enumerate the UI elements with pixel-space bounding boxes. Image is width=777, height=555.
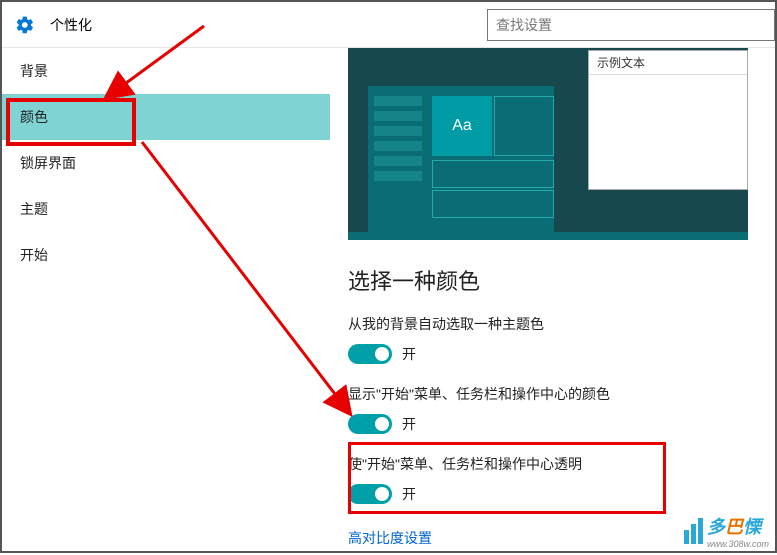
watermark: 多巴慄 www.308w.com <box>684 513 769 549</box>
toggle-state: 开 <box>402 414 416 434</box>
preview-tile <box>432 190 554 218</box>
sidebar-item-color[interactable]: 颜色 <box>2 94 330 140</box>
toggle-auto-color[interactable] <box>348 344 392 364</box>
header: 个性化 查找设置 <box>2 2 775 48</box>
toggle-transparency[interactable] <box>348 484 392 504</box>
preview-start-menu: Aa <box>368 86 554 232</box>
toggle-state: 开 <box>402 344 416 364</box>
preview-tile: Aa <box>432 96 492 156</box>
sidebar: 背景 颜色 锁屏界面 主题 开始 <box>2 48 330 551</box>
preview-window-title: 示例文本 <box>589 51 747 75</box>
toggle-show-color[interactable] <box>348 414 392 434</box>
gear-icon <box>2 15 48 35</box>
search-placeholder: 查找设置 <box>496 15 552 35</box>
option-label-show-color: 显示"开始"菜单、任务栏和操作中心的颜色 <box>348 384 775 404</box>
desktop-preview: Aa 示例文本 <box>348 48 748 240</box>
settings-window: 个性化 查找设置 背景 颜色 锁屏界面 主题 开始 Aa 示例文 <box>0 0 777 553</box>
sidebar-item-theme[interactable]: 主题 <box>2 186 330 232</box>
preview-window: 示例文本 <box>588 50 748 190</box>
high-contrast-link[interactable]: 高对比度设置 <box>348 528 432 548</box>
toggle-state: 开 <box>402 484 416 504</box>
sidebar-item-lockscreen[interactable]: 锁屏界面 <box>2 140 330 186</box>
sidebar-item-start[interactable]: 开始 <box>2 232 330 278</box>
preview-tile <box>432 160 554 188</box>
sidebar-item-background[interactable]: 背景 <box>2 48 330 94</box>
preview-tile <box>494 96 554 156</box>
option-label-transparency: 使"开始"菜单、任务栏和操作中心透明 <box>348 454 775 474</box>
content-area: Aa 示例文本 选择一种颜色 从我的背景自动选取一种主题色 开 显示"开始"菜单… <box>330 48 775 551</box>
option-label-auto-color: 从我的背景自动选取一种主题色 <box>348 314 775 334</box>
section-heading: 选择一种颜色 <box>348 264 775 296</box>
page-title: 个性化 <box>50 15 92 35</box>
preview-taskbar <box>348 232 748 240</box>
search-input[interactable]: 查找设置 <box>487 9 775 41</box>
